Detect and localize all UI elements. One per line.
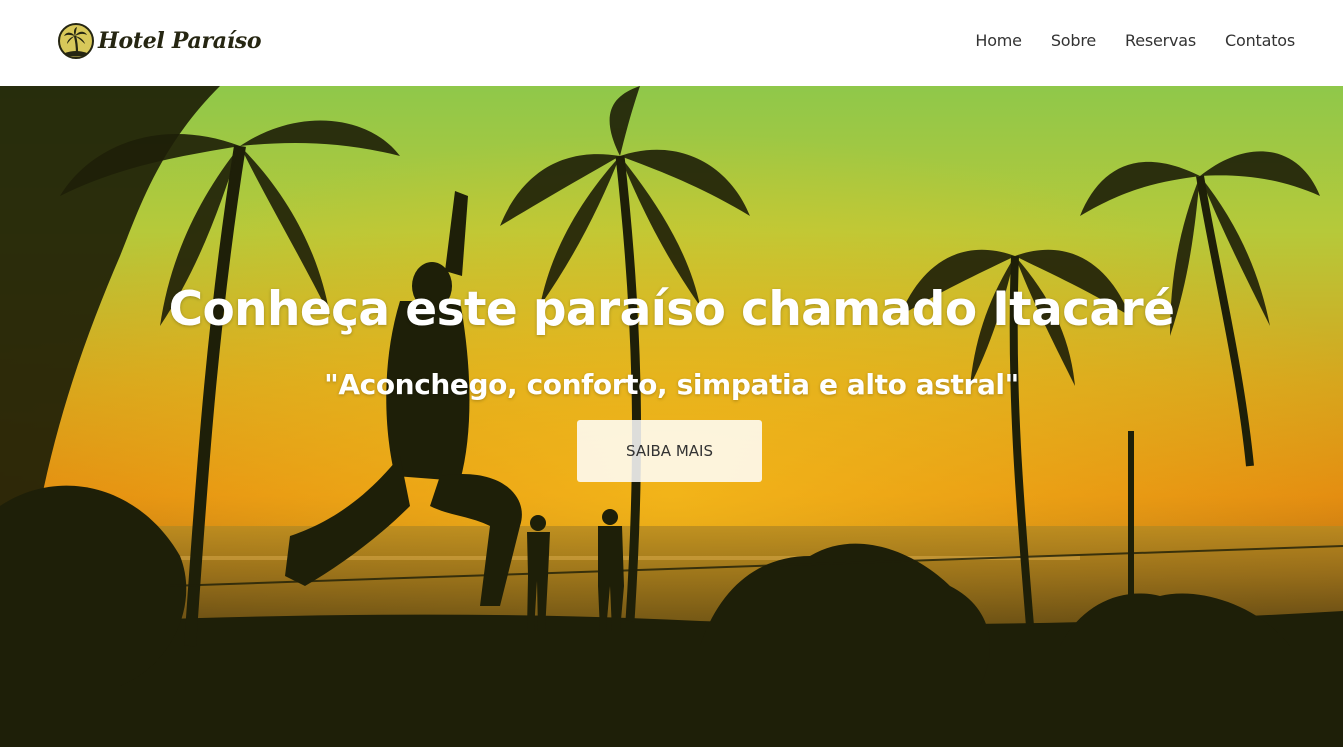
hero-subtitle: "Aconchego, conforto, simpatia e alto as… [324,368,1019,401]
nav-link-contatos[interactable]: Contatos [1225,31,1295,50]
main-nav: Home Sobre Reservas Contatos [946,30,1295,52]
nav-link-reservas[interactable]: Reservas [1125,31,1196,50]
hero-title: Conheça este paraíso chamado Itacaré [168,282,1175,337]
nav-link-home[interactable]: Home [975,31,1022,50]
hero-content: Conheça este paraíso chamado Itacaré "Ac… [0,86,1343,747]
saiba-mais-button[interactable]: SAIBA MAIS [577,420,762,482]
nav-item-home: Home [975,30,1022,52]
nav-link-sobre[interactable]: Sobre [1051,31,1096,50]
site-header: Hotel Paraíso Home Sobre Reservas Contat… [0,0,1343,86]
nav-item-sobre: Sobre [1051,30,1096,52]
brand-name: Hotel Paraíso [98,28,262,54]
nav-item-reservas: Reservas [1125,30,1196,52]
palm-tree-icon [58,23,94,59]
nav-item-contatos: Contatos [1225,30,1295,52]
brand-logo-link[interactable]: Hotel Paraíso [58,22,262,60]
hero-section: Conheça este paraíso chamado Itacaré "Ac… [0,86,1343,747]
